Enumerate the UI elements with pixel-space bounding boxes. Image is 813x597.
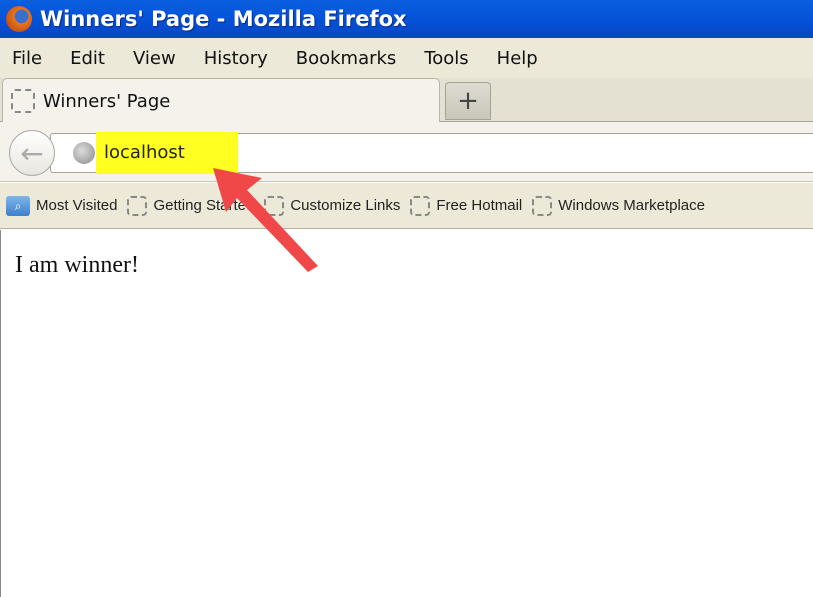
annotation-arrow <box>213 168 318 272</box>
back-button[interactable]: ← <box>9 130 55 176</box>
back-arrow-icon: ← <box>20 136 44 170</box>
arrow-shape <box>213 168 318 272</box>
